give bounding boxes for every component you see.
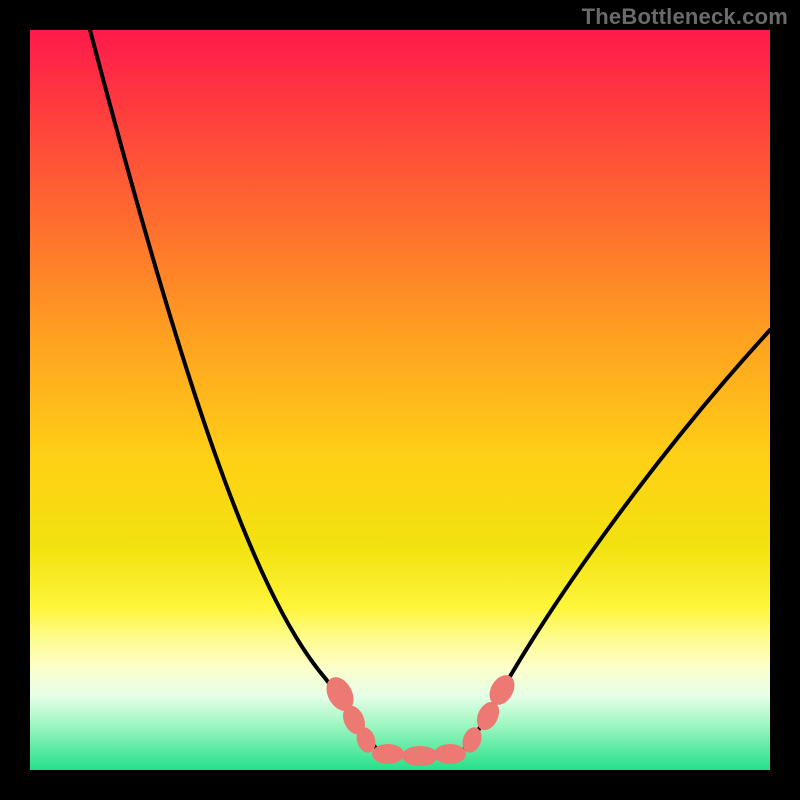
outer-frame: TheBottleneck.com [0, 0, 800, 800]
curve-markers [321, 671, 520, 766]
watermark-text: TheBottleneck.com [582, 4, 788, 30]
curve-marker [402, 746, 438, 766]
plot-area [30, 30, 770, 770]
bottleneck-curve [90, 30, 770, 756]
curve-marker [434, 744, 466, 764]
curve-marker [372, 744, 404, 764]
chart-svg [30, 30, 770, 770]
